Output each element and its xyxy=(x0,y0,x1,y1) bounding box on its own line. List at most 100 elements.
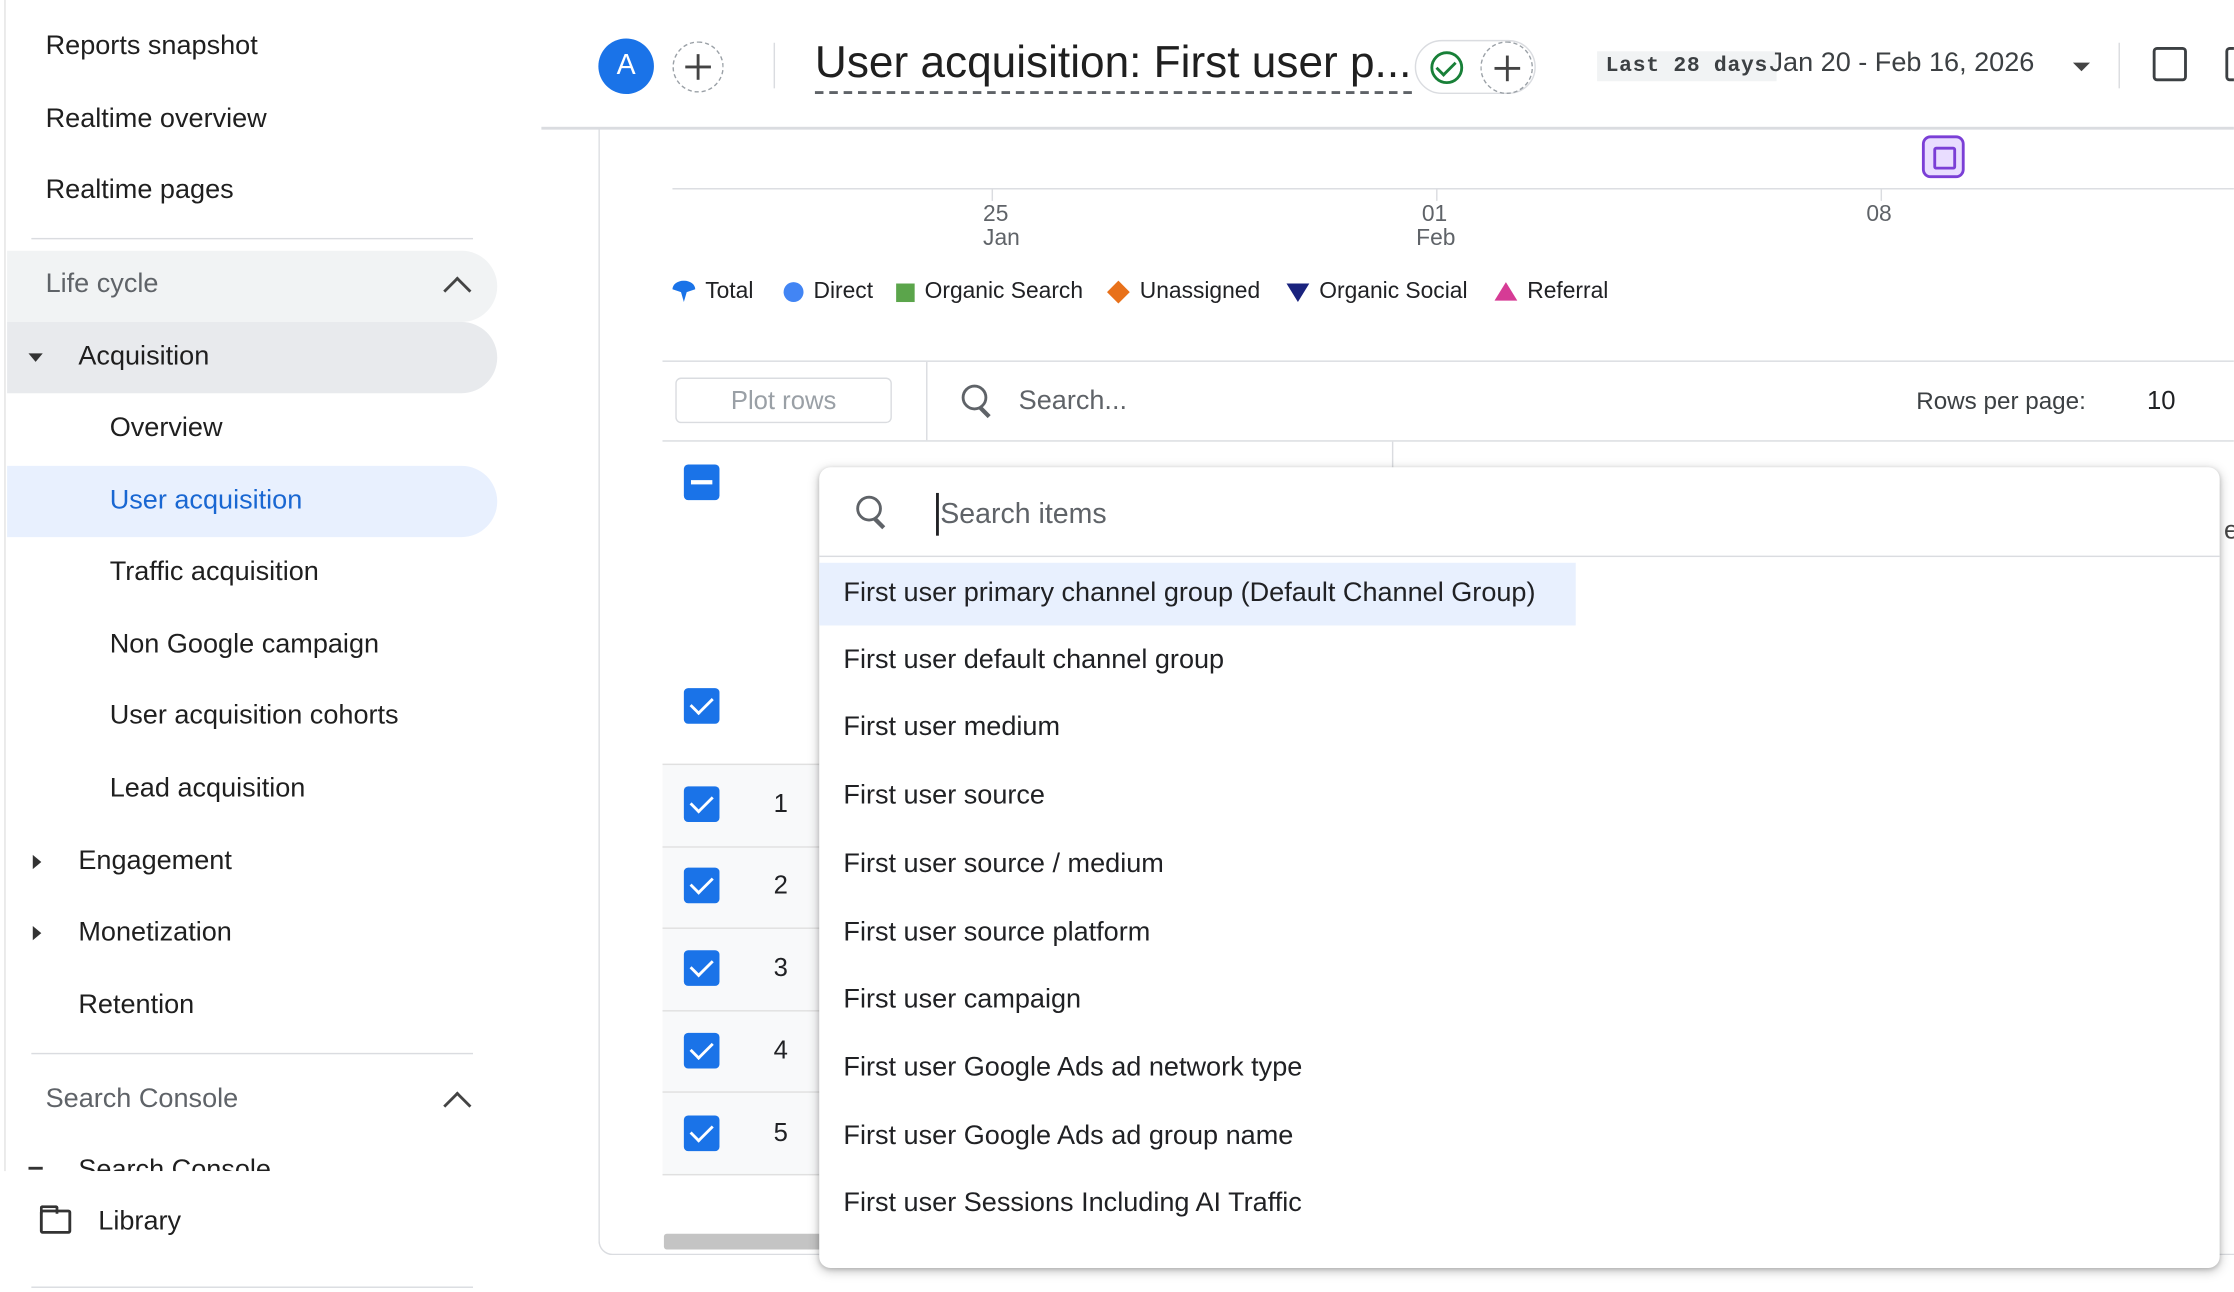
row-checkbox[interactable] xyxy=(683,867,720,904)
legend-label: Total xyxy=(705,279,754,304)
share-icon[interactable] xyxy=(2225,47,2234,82)
check-circle-icon[interactable] xyxy=(1430,51,1464,85)
annotation-icon[interactable] xyxy=(2152,47,2187,82)
x-tick-label: 08 xyxy=(1866,202,1923,226)
x-axis-line xyxy=(672,188,2234,190)
page-title[interactable]: User acquisition: First user p... xyxy=(814,37,1412,95)
row-number: 2 xyxy=(773,870,788,899)
search-icon[interactable] xyxy=(961,384,993,418)
sidebar-item-overview[interactable]: Overview xyxy=(110,413,223,444)
legend-item-total[interactable]: Total xyxy=(671,279,753,305)
search-console-label[interactable]: Search Console xyxy=(46,1084,239,1115)
legend-item-organic-social[interactable]: Organic Social xyxy=(1285,279,1468,305)
legend-item-organic-search[interactable]: Organic Search xyxy=(895,279,1083,305)
sidebar-item-non-google-campaign[interactable]: Non Google campaign xyxy=(110,630,379,661)
search-console-child-clip: Search Console xyxy=(0,1151,541,1171)
column-header-partial: e xyxy=(2224,516,2234,546)
legend-label: Referral xyxy=(1527,279,1609,304)
sidebar-edge xyxy=(4,0,6,1292)
dimension-picker-dropdown: First user primary channel group (Defaul… xyxy=(819,467,2220,1268)
table-top-border xyxy=(662,360,2234,362)
header-separator xyxy=(773,42,776,89)
plot-rows-button[interactable]: Plot rows xyxy=(675,377,892,424)
row-number: 5 xyxy=(773,1118,788,1147)
x-tick-month: Jan xyxy=(983,226,1020,251)
select-all-checkbox[interactable] xyxy=(683,464,720,501)
caret-down-icon[interactable] xyxy=(28,353,43,362)
totals-checkbox[interactable] xyxy=(683,688,720,724)
sidebar-item-acquisition[interactable]: Acquisition xyxy=(78,342,209,373)
table-search-input[interactable]: Search... xyxy=(1019,386,1127,417)
sidebar-item-realtime-pages[interactable]: Realtime pages xyxy=(46,175,234,206)
row-checkbox[interactable] xyxy=(683,950,720,986)
sidebar-item-retention[interactable]: Retention xyxy=(78,990,194,1021)
chevron-down-icon[interactable] xyxy=(2072,62,2091,72)
sidebar-item-traffic-acquisition[interactable]: Traffic acquisition xyxy=(110,557,319,588)
x-tick-month: Feb xyxy=(1416,226,1456,251)
sidebar-item-realtime-overview[interactable]: Realtime overview xyxy=(46,104,267,135)
legend-item-referral[interactable]: Referral xyxy=(1493,279,1608,305)
add-filter-button[interactable] xyxy=(1480,41,1533,95)
legend-item-unassigned[interactable]: Unassigned xyxy=(1106,279,1260,305)
dropdown-option[interactable]: First user Google Ads ad group name xyxy=(819,1106,1333,1169)
sidebar-item-user-acquisition-cohorts[interactable]: User acquisition cohorts xyxy=(110,701,399,732)
row-checkbox[interactable] xyxy=(683,1032,720,1069)
caret-icon xyxy=(28,1166,43,1170)
dropdown-option[interactable]: First user default channel group xyxy=(819,630,1264,693)
header-separator xyxy=(2118,42,2120,89)
date-range-picker[interactable]: Jan 20 - Feb 16, 2026 xyxy=(1769,48,2034,79)
avatar[interactable]: A xyxy=(598,38,654,95)
caret-right-icon[interactable] xyxy=(32,854,42,870)
search-items-input[interactable] xyxy=(936,492,2169,536)
sidebar-item-engagement[interactable]: Engagement xyxy=(78,846,232,877)
x-tick-label: 01 Feb xyxy=(1416,202,1473,250)
x-tick-day: 25 xyxy=(983,202,1009,227)
caret-right-icon[interactable] xyxy=(32,926,42,941)
dropdown-option[interactable]: First user source / medium xyxy=(819,833,1204,896)
add-comparison-button[interactable] xyxy=(672,41,724,93)
dropdown-option[interactable]: First user source xyxy=(819,765,1085,828)
column-separator xyxy=(1391,441,1394,471)
plus-icon xyxy=(684,53,712,81)
rows-per-page-select[interactable]: 10 xyxy=(2147,386,2176,416)
row-number: 3 xyxy=(773,953,788,982)
x-axis-tick xyxy=(991,189,994,201)
x-axis-tick xyxy=(1436,189,1438,201)
sidebar-item-lead-acquisition[interactable]: Lead acquisition xyxy=(110,774,306,805)
dropdown-option[interactable]: First user Google Ads ad network type xyxy=(819,1037,1342,1100)
search-icon xyxy=(856,495,887,529)
dropdown-option[interactable]: First user primary channel group (Defaul… xyxy=(819,562,1576,626)
rows-per-page-label: Rows per page: xyxy=(1916,387,2086,415)
dropdown-option[interactable]: First user source platform xyxy=(819,902,1190,965)
legend-drop-icon xyxy=(672,280,696,303)
sidebar-item-library[interactable]: Library xyxy=(98,1207,181,1238)
dropdown-option[interactable]: First user campaign xyxy=(819,969,1121,1032)
date-preset-chip[interactable]: Last 28 days xyxy=(1597,51,1777,82)
toolbar-separator xyxy=(926,361,928,441)
library-footer: Library xyxy=(0,1171,542,1292)
row-number: 4 xyxy=(773,1035,788,1065)
legend-triangle-up-icon xyxy=(1494,282,1518,301)
sidebar-item-monetization[interactable]: Monetization xyxy=(78,918,231,949)
sidebar-item-search-console[interactable]: Search Console xyxy=(78,1155,271,1171)
legend-circle-icon xyxy=(783,282,804,303)
x-axis-tick xyxy=(1880,189,1883,201)
sidebar-divider xyxy=(31,1286,474,1288)
legend-item-direct[interactable]: Direct xyxy=(782,279,873,305)
table-horizontal-scrollbar[interactable] xyxy=(663,1233,828,1250)
legend-triangle-down-icon xyxy=(1286,283,1310,303)
row-checkbox[interactable] xyxy=(683,1115,720,1152)
dropdown-option[interactable]: First user Sessions Including AI Traffic xyxy=(819,1173,1341,1236)
x-tick-label: 25 Jan xyxy=(983,202,1040,250)
x-tick-day: 08 xyxy=(1866,202,1892,227)
sidebar-divider xyxy=(31,1052,474,1055)
chevron-up-icon[interactable] xyxy=(443,1091,472,1120)
chart-annotation-marker-icon[interactable] xyxy=(1921,135,1965,179)
dropdown-option[interactable]: First user medium xyxy=(819,697,1100,760)
x-tick-day: 01 xyxy=(1421,202,1448,227)
legend-label: Direct xyxy=(813,279,874,304)
sidebar-item-reports-snapshot[interactable]: Reports snapshot xyxy=(46,31,258,62)
report-status-pill xyxy=(1414,39,1536,95)
row-checkbox[interactable] xyxy=(683,786,720,823)
sidebar-item-user-acquisition[interactable]: User acquisition xyxy=(110,486,303,517)
